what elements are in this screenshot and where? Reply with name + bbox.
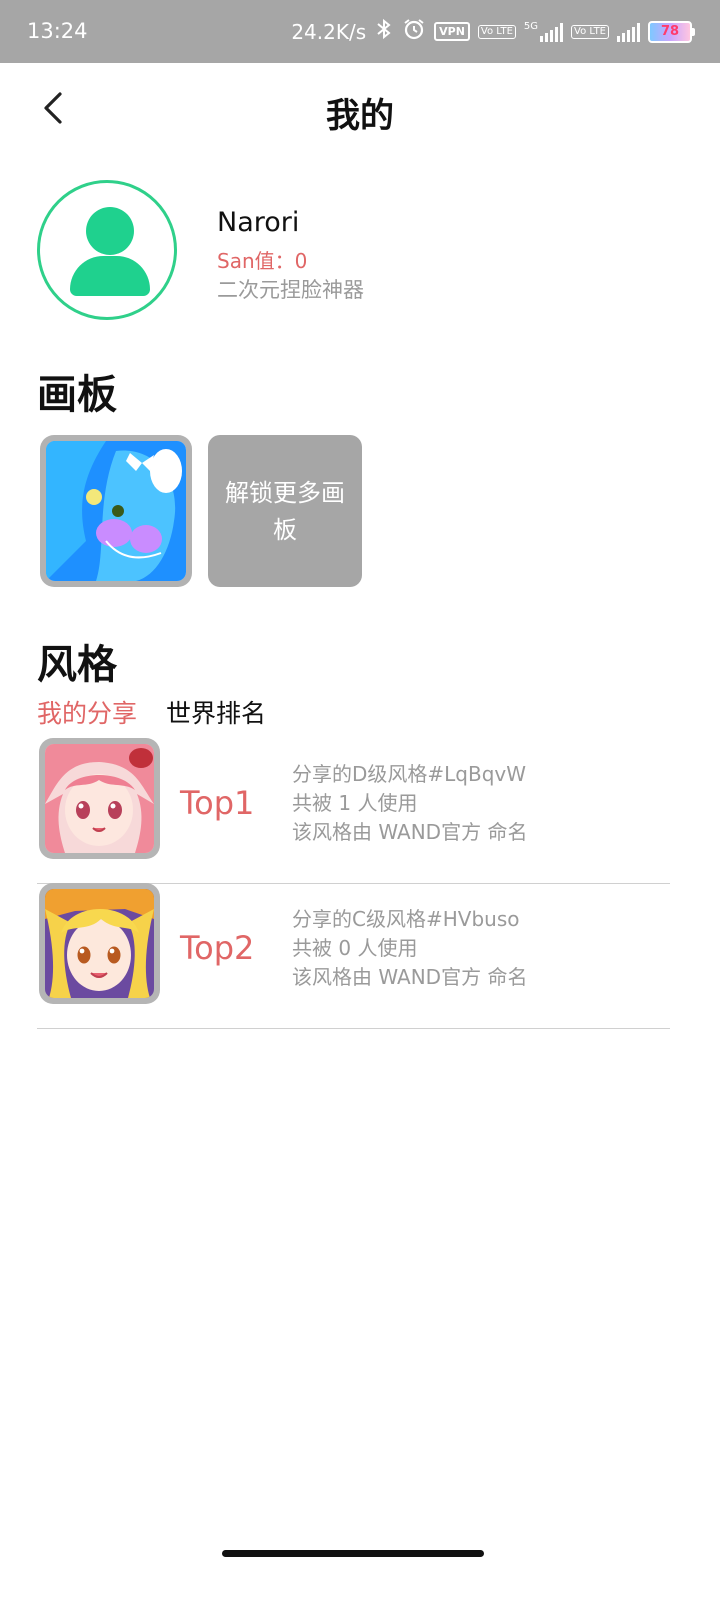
- style-info: 分享的C级风格#HVbuso 共被 0 人使用 该风格由 WAND官方 命名: [292, 905, 527, 992]
- san-value-row: San值：0: [217, 245, 307, 274]
- style-list-item[interactable]: Top1 分享的D级风格#LqBqvW 共被 1 人使用 该风格由 WAND官方…: [37, 738, 670, 884]
- net-speed: 24.2K/s: [291, 19, 367, 44]
- san-value: 0: [294, 249, 308, 273]
- signal-5g-icon: 5G: [524, 21, 564, 42]
- alarm-icon: [402, 17, 426, 46]
- volte-icon-2: Vo LTE: [571, 24, 609, 39]
- status-time: 13:24: [27, 19, 88, 43]
- san-label: San值：: [217, 249, 295, 273]
- unlock-more-boards-button[interactable]: 解锁更多画板: [208, 435, 362, 587]
- style-thumbnail: [39, 883, 160, 1004]
- style-info: 分享的D级风格#LqBqvW 共被 1 人使用 该风格由 WAND官方 命名: [292, 760, 527, 847]
- tab-world-ranking[interactable]: 世界排名: [166, 694, 266, 730]
- page-title: 我的: [326, 96, 394, 136]
- bluetooth-icon: [374, 18, 394, 45]
- anime-portrait-pink-image: [45, 744, 154, 853]
- user-body-icon: [70, 256, 150, 296]
- username: Narori: [217, 207, 300, 238]
- volte-icon: Vo LTE: [477, 24, 516, 39]
- board-drawing-image: [46, 441, 186, 581]
- signal-icon: [617, 22, 640, 42]
- style-code: 分享的D级风格#LqBqvW: [292, 762, 527, 786]
- user-head-icon: [86, 207, 134, 255]
- styles-title: 风格: [37, 642, 117, 688]
- boards-title: 画板: [37, 372, 117, 418]
- style-list-item[interactable]: Top2 分享的C级风格#HVbuso 共被 0 人使用 该风格由 WAND官方…: [37, 883, 670, 1029]
- board-thumbnail[interactable]: [40, 435, 192, 587]
- rank-label: Top2: [180, 929, 255, 967]
- anime-portrait-blonde-image: [45, 889, 154, 998]
- home-indicator[interactable]: [222, 1550, 484, 1557]
- tab-my-shares[interactable]: 我的分享: [37, 694, 137, 730]
- style-code: 分享的C级风格#HVbuso: [292, 907, 520, 931]
- style-naming: 该风格由 WAND官方 命名: [292, 965, 528, 989]
- style-thumbnail: [39, 738, 160, 859]
- status-bar: 13:24 24.2K/s VPN Vo LTE 5G Vo LTE 78: [0, 0, 720, 63]
- rank-label: Top1: [180, 784, 255, 822]
- style-usage-count: 共被 1 人使用: [292, 791, 418, 815]
- avatar[interactable]: [37, 180, 177, 320]
- battery-icon: 78: [648, 20, 695, 43]
- style-usage-count: 共被 0 人使用: [292, 936, 418, 960]
- status-icons: 24.2K/s VPN Vo LTE 5G Vo LTE 78: [291, 17, 695, 46]
- style-naming: 该风格由 WAND官方 命名: [292, 820, 528, 844]
- vpn-icon: VPN: [434, 22, 470, 41]
- profile-bio: 二次元捏脸神器: [217, 278, 364, 302]
